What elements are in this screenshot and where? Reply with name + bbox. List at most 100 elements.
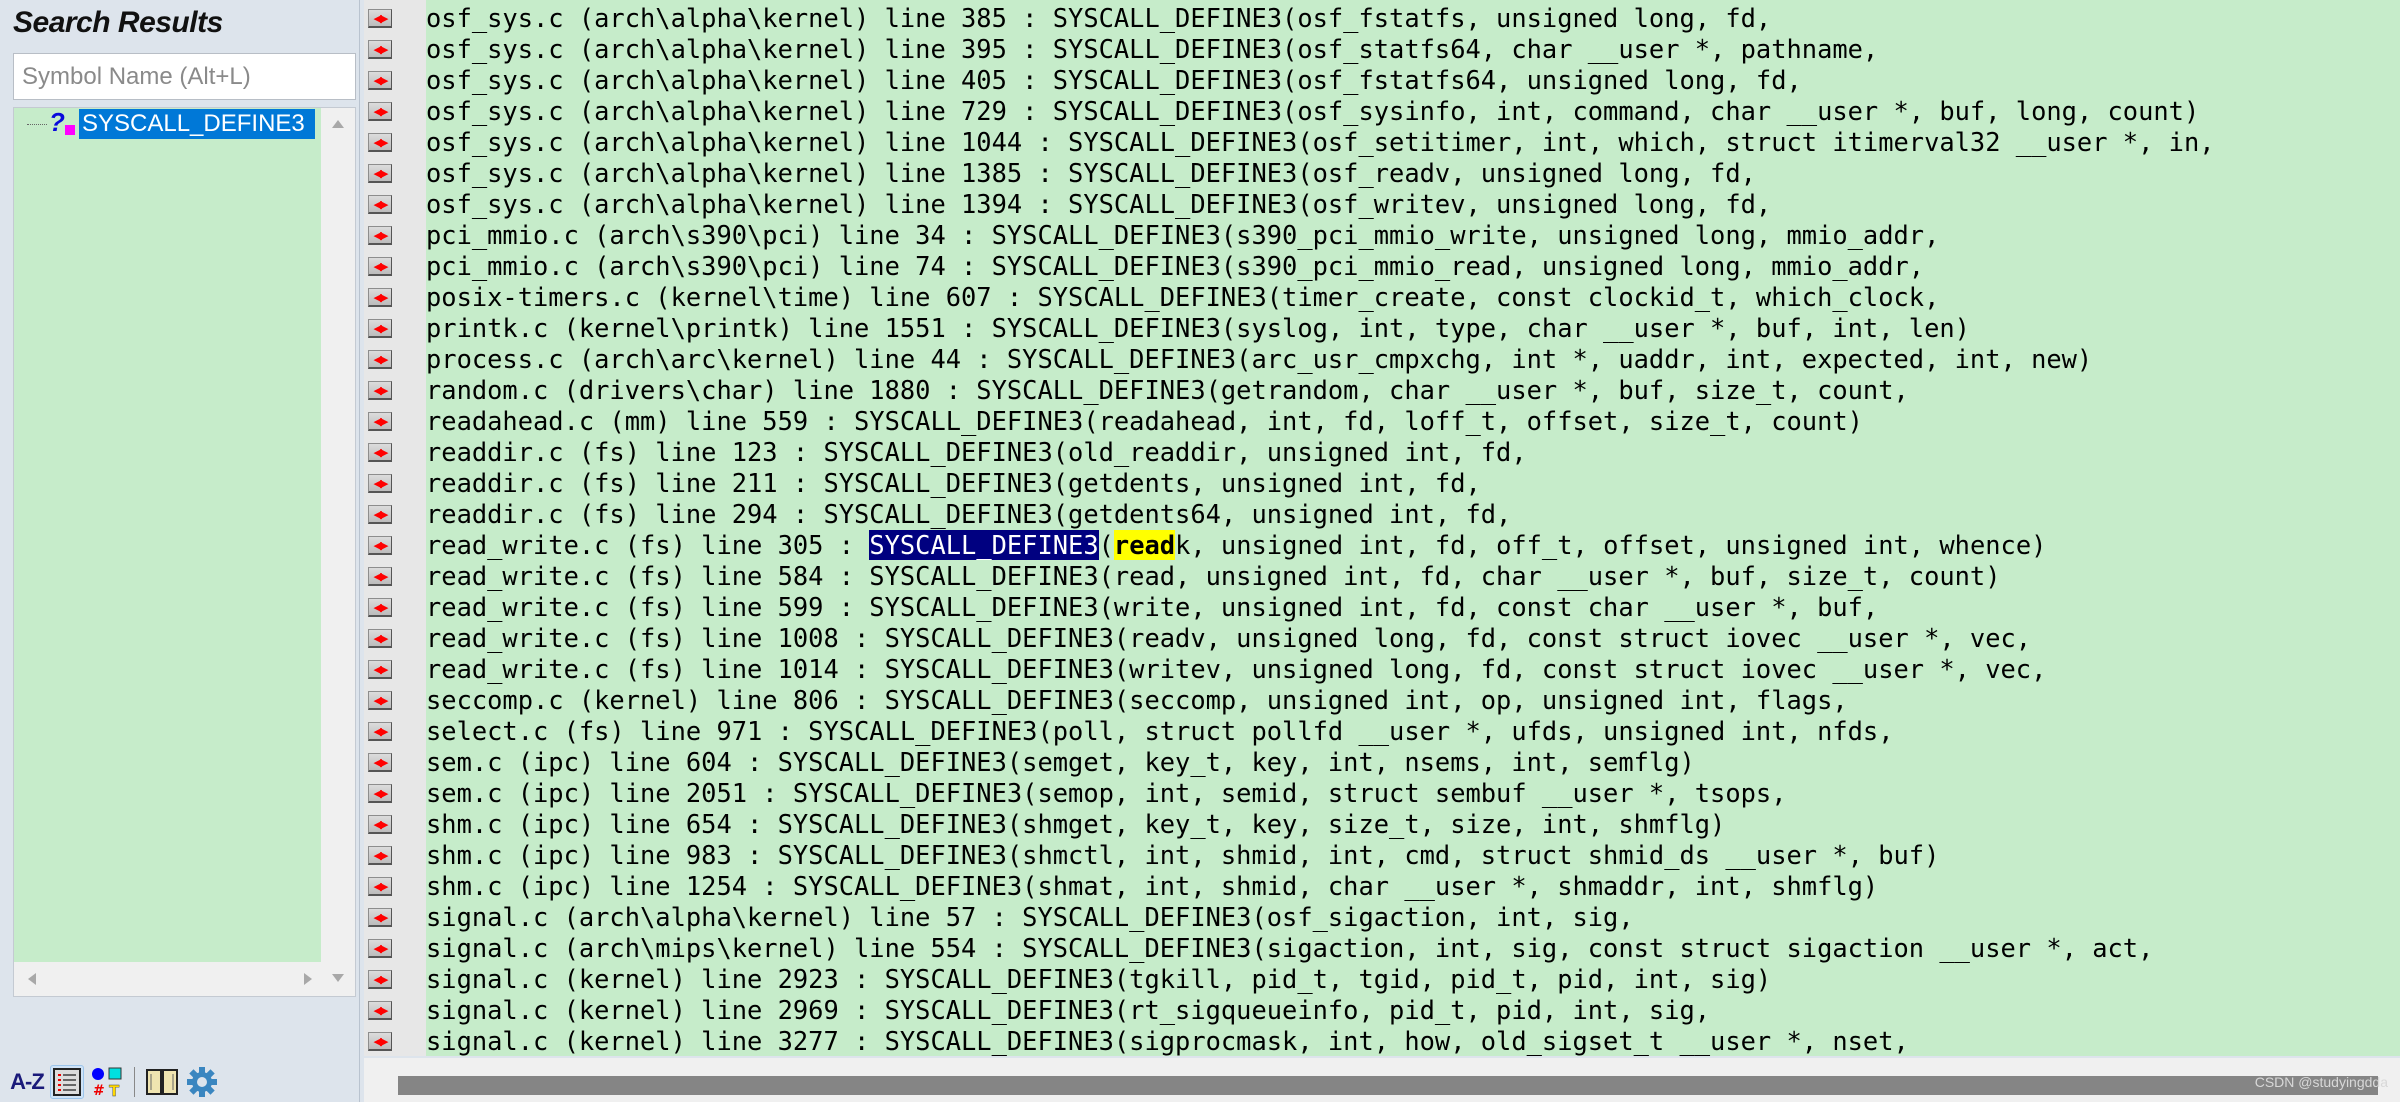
bookmark-arrows-icon[interactable]: ◀▶ <box>368 691 392 710</box>
bookmark-arrows-icon[interactable]: ◀▶ <box>368 195 392 214</box>
bookmark-arrows-icon[interactable]: ◀▶ <box>368 1001 392 1020</box>
bookmark-arrows-icon[interactable]: ◀▶ <box>368 908 392 927</box>
result-row[interactable]: random.c (drivers\char) line 1880 : SYSC… <box>426 375 1909 406</box>
bookmark-arrows-icon[interactable]: ◀▶ <box>368 319 392 338</box>
result-row[interactable]: process.c (arch\arc\kernel) line 44 : SY… <box>426 344 2092 375</box>
bookmark-arrows-icon[interactable]: ◀▶ <box>368 288 392 307</box>
result-row[interactable]: osf_sys.c (arch\alpha\kernel) line 1394 … <box>426 189 1771 220</box>
bookmark-arrows-icon[interactable]: ◀▶ <box>368 164 392 183</box>
bookmark-arrows-icon[interactable]: ◀▶ <box>368 443 392 462</box>
result-row[interactable]: shm.c (ipc) line 654 : SYSCALL_DEFINE3(s… <box>426 809 1725 840</box>
results-horizontal-scrollbar[interactable] <box>364 1058 2400 1102</box>
tree-item-syscall-define3[interactable]: ? SYSCALL_DEFINE3 <box>14 107 315 140</box>
result-row[interactable]: osf_sys.c (arch\alpha\kernel) line 385 :… <box>426 3 1771 34</box>
arrow-glyph: ◀▶ <box>373 662 389 676</box>
book-icon <box>146 1069 178 1095</box>
result-row[interactable]: read_write.c (fs) line 1014 : SYSCALL_DE… <box>426 654 2046 685</box>
bookmark-arrows-icon[interactable]: ◀▶ <box>368 877 392 896</box>
arrow-glyph: ◀▶ <box>373 321 389 335</box>
result-row[interactable]: readdir.c (fs) line 211 : SYSCALL_DEFINE… <box>426 468 1481 499</box>
scroll-left-icon[interactable] <box>28 973 36 985</box>
result-row[interactable]: seccomp.c (kernel) line 806 : SYSCALL_DE… <box>426 685 1848 716</box>
result-row[interactable]: read_write.c (fs) line 1008 : SYSCALL_DE… <box>426 623 2031 654</box>
bookmark-arrows-icon[interactable]: ◀▶ <box>368 567 392 586</box>
result-row[interactable]: shm.c (ipc) line 983 : SYSCALL_DEFINE3(s… <box>426 840 1939 871</box>
book-button[interactable] <box>145 1065 179 1099</box>
bookmark-arrows-icon[interactable]: ◀▶ <box>368 753 392 772</box>
result-row[interactable]: pci_mmio.c (arch\s390\pci) line 74 : SYS… <box>426 251 1924 282</box>
bookmark-arrows-icon[interactable]: ◀▶ <box>368 9 392 28</box>
row-text: k, unsigned int, fd, off_t, offset, unsi… <box>1175 530 2047 560</box>
arrow-glyph: ◀▶ <box>373 11 389 25</box>
tree-vertical-scrollbar[interactable] <box>321 108 355 962</box>
result-row[interactable]: osf_sys.c (arch\alpha\kernel) line 405 :… <box>426 65 1802 96</box>
search-results-panel: Search Results ? SYSCALL_DEFINE3 A-Z <box>0 0 360 1102</box>
result-row[interactable]: select.c (fs) line 971 : SYSCALL_DEFINE3… <box>426 716 1894 747</box>
result-row[interactable]: sem.c (ipc) line 2051 : SYSCALL_DEFINE3(… <box>426 778 1787 809</box>
result-row[interactable]: osf_sys.c (arch\alpha\kernel) line 1044 … <box>426 127 2215 158</box>
result-row[interactable]: shm.c (ipc) line 1254 : SYSCALL_DEFINE3(… <box>426 871 1878 902</box>
symbol-types-button[interactable]: # T <box>90 1065 124 1099</box>
bookmark-arrows-icon[interactable]: ◀▶ <box>368 1032 392 1051</box>
search-results-list: osf_sys.c (arch\alpha\kernel) line 385 :… <box>426 0 2400 1056</box>
toolbar-divider <box>134 1067 135 1097</box>
result-row[interactable]: readdir.c (fs) line 294 : SYSCALL_DEFINE… <box>426 499 1511 530</box>
tree-horizontal-scrollbar[interactable] <box>14 962 355 996</box>
result-row[interactable]: posix-timers.c (kernel\time) line 607 : … <box>426 282 1939 313</box>
bookmark-arrows-icon[interactable]: ◀▶ <box>368 815 392 834</box>
result-row[interactable]: printk.c (kernel\printk) line 1551 : SYS… <box>426 313 1970 344</box>
scroll-up-icon[interactable] <box>332 120 344 128</box>
result-row[interactable]: osf_sys.c (arch\alpha\kernel) line 395 :… <box>426 34 1878 65</box>
result-row[interactable]: signal.c (arch\mips\kernel) line 554 : S… <box>426 933 2153 964</box>
bookmark-arrows-icon[interactable]: ◀▶ <box>368 102 392 121</box>
result-row[interactable]: signal.c (arch\alpha\kernel) line 57 : S… <box>426 902 1634 933</box>
results-gutter: ◀▶ ◀▶ ◀▶ ◀▶ ◀▶ ◀▶ ◀▶ ◀▶ ◀▶ ◀▶ ◀▶ ◀▶ ◀▶ ◀▶ ◀▶ ◀▶ ◀▶ ◀▶ ◀▶ ◀▶… <box>364 0 426 1056</box>
sort-alpha-button[interactable]: A-Z <box>10 1065 45 1099</box>
result-row[interactable]: osf_sys.c (arch\alpha\kernel) line 1385 … <box>426 158 1756 189</box>
bookmark-arrows-icon[interactable]: ◀▶ <box>368 784 392 803</box>
result-row[interactable]: readahead.c (mm) line 559 : SYSCALL_DEFI… <box>426 406 1863 437</box>
bookmark-arrows-icon[interactable]: ◀▶ <box>368 257 392 276</box>
scroll-right-icon[interactable] <box>304 973 312 985</box>
scroll-down-icon[interactable] <box>332 974 344 982</box>
bookmark-arrows-icon[interactable]: ◀▶ <box>368 350 392 369</box>
bookmark-arrows-icon[interactable]: ◀▶ <box>368 660 392 679</box>
result-row[interactable]: signal.c (kernel) line 3277 : SYSCALL_DE… <box>426 1026 1909 1056</box>
bookmark-arrows-icon[interactable]: ◀▶ <box>368 722 392 741</box>
arrow-glyph: ◀▶ <box>373 290 389 304</box>
arrow-glyph: ◀▶ <box>373 1003 389 1017</box>
result-row[interactable]: osf_sys.c (arch\alpha\kernel) line 729 :… <box>426 96 2199 127</box>
gear-icon <box>187 1067 217 1097</box>
bookmark-arrows-icon[interactable]: ◀▶ <box>368 40 392 59</box>
result-row[interactable]: readdir.c (fs) line 123 : SYSCALL_DEFINE… <box>426 437 1527 468</box>
bookmark-arrows-icon[interactable]: ◀▶ <box>368 133 392 152</box>
bookmark-arrows-icon[interactable]: ◀▶ <box>368 970 392 989</box>
bookmark-arrows-icon[interactable]: ◀▶ <box>368 598 392 617</box>
result-row[interactable]: signal.c (kernel) line 2923 : SYSCALL_DE… <box>426 964 1771 995</box>
scrollbar-thumb[interactable] <box>398 1076 2378 1095</box>
bookmark-arrows-icon[interactable]: ◀▶ <box>368 381 392 400</box>
bookmark-arrows-icon[interactable]: ◀▶ <box>368 536 392 555</box>
list-view-button[interactable] <box>50 1065 84 1099</box>
result-row[interactable]: read_write.c (fs) line 305 : SYSCALL_DEF… <box>426 530 2046 561</box>
bookmark-arrows-icon[interactable]: ◀▶ <box>368 846 392 865</box>
bookmark-arrows-icon[interactable]: ◀▶ <box>368 226 392 245</box>
bookmark-arrows-icon[interactable]: ◀▶ <box>368 939 392 958</box>
settings-button[interactable] <box>185 1065 219 1099</box>
symbol-types-icon: # T <box>92 1067 122 1098</box>
bookmark-arrows-icon[interactable]: ◀▶ <box>368 412 392 431</box>
bookmark-arrows-icon[interactable]: ◀▶ <box>368 629 392 648</box>
arrow-glyph: ◀▶ <box>373 1034 389 1048</box>
result-row[interactable]: signal.c (kernel) line 2969 : SYSCALL_DE… <box>426 995 1710 1026</box>
result-row[interactable]: read_write.c (fs) line 599 : SYSCALL_DEF… <box>426 592 1878 623</box>
arrow-glyph: ◀▶ <box>373 383 389 397</box>
bookmark-arrows-icon[interactable]: ◀▶ <box>368 71 392 90</box>
bookmark-arrows-icon[interactable]: ◀▶ <box>368 474 392 493</box>
result-row[interactable]: pci_mmio.c (arch\s390\pci) line 34 : SYS… <box>426 220 1939 251</box>
bookmark-arrows-icon[interactable]: ◀▶ <box>368 505 392 524</box>
result-row[interactable]: read_write.c (fs) line 584 : SYSCALL_DEF… <box>426 561 2001 592</box>
watermark: CSDN @studyingdda <box>2254 1074 2388 1090</box>
arrow-glyph: ◀▶ <box>373 476 389 490</box>
symbol-search-input[interactable] <box>13 53 356 100</box>
result-row[interactable]: sem.c (ipc) line 604 : SYSCALL_DEFINE3(s… <box>426 747 1695 778</box>
